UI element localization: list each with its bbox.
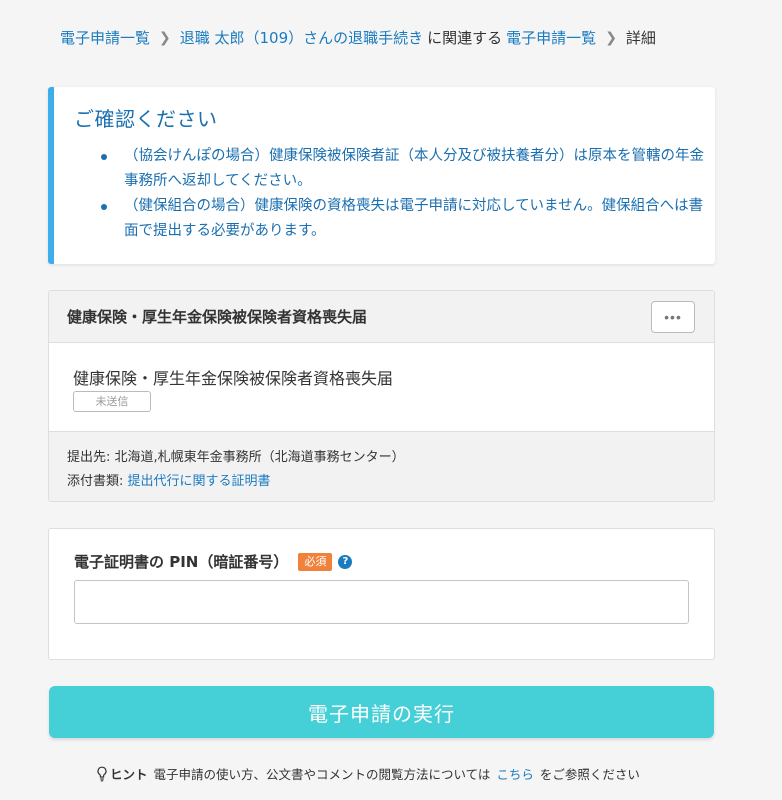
help-icon[interactable]: ? xyxy=(338,554,353,569)
submit-to-label: 提出先: xyxy=(67,450,111,465)
breadcrumb-link-retirement-procedure[interactable]: 退職 太郎（109）さんの退職手続き xyxy=(180,26,423,50)
attachments-label: 添付書類: xyxy=(67,474,124,489)
attachments-line: 添付書類: 提出代行に関する証明書 xyxy=(67,470,271,489)
hint-label: ヒント xyxy=(110,767,148,782)
form-name: 健康保険・厚生年金保険被保険者資格喪失届 xyxy=(73,369,394,388)
attachment-link[interactable]: 提出代行に関する証明書 xyxy=(128,474,271,489)
pin-label: 電子証明書の PIN（暗証番号） xyxy=(74,553,289,571)
form-card-title: 健康保険・厚生年金保険被保険者資格喪失届 xyxy=(67,308,368,326)
form-card: 健康保険・厚生年金保険被保険者資格喪失届 ••• 健康保険・厚生年金保険被保険者… xyxy=(48,290,715,502)
hint-text: 電子申請の使い方、公文書やコメントの閲覧方法については xyxy=(153,767,491,782)
form-card-body: 健康保険・厚生年金保険被保険者資格喪失届 未送信 xyxy=(49,343,714,432)
submit-to-line: 提出先: 北海道,札幌東年金事務所（北海道事務センター） xyxy=(67,446,405,465)
pin-input[interactable] xyxy=(74,580,689,624)
breadcrumb-current: 詳細 xyxy=(625,29,656,47)
notice-title: ご確認ください xyxy=(74,107,218,131)
form-card-header: 健康保険・厚生年金保険被保険者資格喪失届 ••• xyxy=(49,291,714,343)
hint-link[interactable]: こちら xyxy=(496,764,534,783)
notice-list: （協会けんぽの場合）健康保険被保険者証（本人分及び被扶養者分）は原本を管轄の年金… xyxy=(98,144,708,244)
more-options-button[interactable]: ••• xyxy=(651,301,695,333)
lightbulb-icon xyxy=(97,766,107,781)
form-card-footer: 提出先: 北海道,札幌東年金事務所（北海道事務センター） 添付書類: 提出代行に… xyxy=(49,432,714,501)
chevron-right-icon: ❯ xyxy=(605,30,617,46)
notice-panel: ご確認ください （協会けんぽの場合）健康保険被保険者証（本人分及び被扶養者分）は… xyxy=(48,87,715,264)
execute-e-application-button[interactable]: 電子申請の実行 xyxy=(49,686,714,738)
breadcrumb-link-e-application-list[interactable]: 電子申請一覧 xyxy=(60,26,150,50)
breadcrumb-link-related-e-application-list[interactable]: 電子申請一覧 xyxy=(506,26,596,50)
hint-line: ヒント 電子申請の使い方、公文書やコメントの閲覧方法については こちら をご参照… xyxy=(96,764,640,783)
chevron-right-icon: ❯ xyxy=(159,30,171,46)
submit-to-value: 北海道,札幌東年金事務所（北海道事務センター） xyxy=(114,450,405,465)
pin-label-row: 電子証明書の PIN（暗証番号） 必須 ? xyxy=(74,551,353,572)
pin-card: 電子証明書の PIN（暗証番号） 必須 ? xyxy=(48,528,715,660)
notice-item: （協会けんぽの場合）健康保険被保険者証（本人分及び被扶養者分）は原本を管轄の年金… xyxy=(98,144,708,194)
status-badge: 未送信 xyxy=(73,391,151,412)
breadcrumb-connector-text: に関連する xyxy=(427,29,503,47)
breadcrumb: 電子申請一覧 ❯ 退職 太郎（109）さんの退職手続き に関連する 電子申請一覧… xyxy=(60,26,656,50)
hint-text-after: をご参照ください xyxy=(539,767,640,782)
required-badge: 必須 xyxy=(298,552,333,571)
notice-item: （健保組合の場合）健康保険の資格喪失は電子申請に対応していません。健保組合へは書… xyxy=(98,194,708,244)
more-horizontal-icon: ••• xyxy=(664,309,682,325)
